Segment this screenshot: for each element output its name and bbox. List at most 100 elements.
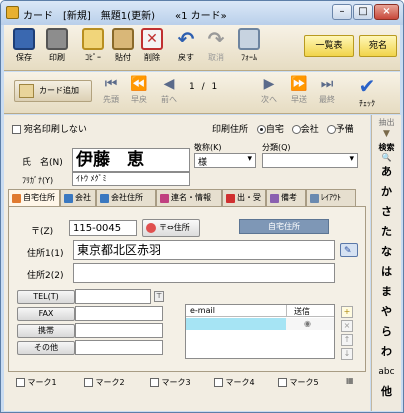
redo-icon: ↷ (207, 27, 225, 51)
radio-home[interactable] (256, 125, 266, 134)
radio-spare[interactable] (326, 125, 336, 134)
print-button[interactable]: 印刷 (42, 28, 72, 68)
save-button[interactable]: 保存 (9, 28, 39, 68)
fax-field[interactable] (75, 306, 163, 321)
prev-button[interactable]: ◀ 前へ (154, 74, 184, 105)
maximize-button[interactable]: □ (353, 4, 373, 20)
fax-button[interactable]: FAX (17, 307, 75, 321)
mark-5[interactable]: マーク5 (278, 377, 319, 388)
tel-field[interactable] (75, 289, 151, 304)
fast-forward-label: 早送 (291, 95, 307, 104)
filter-icon[interactable]: ⊤ (154, 291, 164, 302)
page-indicator: 1 / 1 (189, 82, 217, 92)
last-button[interactable]: ⏭ 最終 (312, 74, 342, 105)
tab-label: 会社住所 (111, 193, 143, 202)
mark-5-label: マーク5 (289, 378, 319, 387)
notes-icon (270, 194, 279, 203)
mobile-field[interactable] (75, 323, 163, 338)
index-ya[interactable]: や (372, 302, 401, 322)
mark-3-checkbox[interactable] (150, 378, 159, 387)
fast-back-button[interactable]: ⏪ 早戻 (124, 74, 154, 105)
next-button[interactable]: ▶ 次へ (254, 74, 284, 105)
category-label: 分類(Q) (262, 143, 291, 152)
tab-layout[interactable]: ﾚｲｱｳﾄ (306, 189, 356, 207)
zip-label: 〒(Z) (31, 227, 54, 237)
form-button[interactable]: ﾌｫｰﾑ (234, 28, 264, 68)
filter-funnel-icon[interactable]: ▼ (372, 129, 401, 139)
close-button[interactable]: × (374, 4, 399, 20)
check-button[interactable]: ✔ ﾁｪｯｸ (354, 74, 380, 109)
honorific-select[interactable]: 様 (194, 153, 256, 168)
index-ma[interactable]: ま (372, 282, 401, 302)
index-a[interactable]: あ (372, 162, 401, 182)
delete-button[interactable]: ✕ 削除 (137, 28, 167, 68)
radio-company[interactable] (291, 125, 301, 134)
move-up-icon[interactable]: ↑ (341, 334, 353, 346)
index-ra[interactable]: ら (372, 322, 401, 342)
mark-2-label: マーク2 (95, 378, 125, 387)
tab-company-address[interactable]: 会社住所 (96, 189, 156, 207)
map-button[interactable]: ✎ (340, 243, 358, 257)
other-field[interactable] (75, 340, 163, 355)
move-down-icon[interactable]: ↓ (341, 348, 353, 360)
mark-2[interactable]: マーク2 (84, 377, 125, 388)
no-print-option[interactable]: 宛名印刷しない (12, 122, 87, 135)
remove-email-icon[interactable]: × (341, 320, 353, 332)
tab-send-receive[interactable]: 出・受 (222, 189, 266, 207)
index-na[interactable]: な (372, 242, 401, 262)
mark-4[interactable]: マーク4 (214, 377, 255, 388)
undo-label: 戻す (178, 53, 194, 62)
tab-company[interactable]: 会社 (60, 189, 96, 207)
add-card-label: カード追加 (39, 86, 79, 95)
mark-4-checkbox[interactable] (214, 378, 223, 387)
add-email-icon[interactable]: + (341, 306, 353, 318)
mark-5-checkbox[interactable] (278, 378, 287, 387)
category-select[interactable] (262, 153, 358, 168)
first-button[interactable]: ⏮ 先頭 (96, 74, 126, 105)
extract-label: 抽出 (378, 118, 395, 127)
index-abc[interactable]: abc (372, 362, 401, 382)
no-print-checkbox[interactable] (12, 125, 21, 134)
zip-address-button[interactable]: 〒⇔住所 (142, 219, 200, 237)
email-row-selected[interactable] (186, 318, 286, 330)
index-other[interactable]: 他 (372, 382, 401, 402)
mark-1-checkbox[interactable] (16, 378, 25, 387)
mark-3[interactable]: マーク3 (150, 377, 191, 388)
fast-forward-button[interactable]: ⏩ 早送 (284, 74, 314, 105)
addr2-field[interactable] (73, 263, 335, 283)
tab-notes[interactable]: 備考 (266, 189, 306, 207)
mark-1[interactable]: マーク1 (16, 377, 57, 388)
mark-2-checkbox[interactable] (84, 378, 93, 387)
copy-button[interactable]: ｺﾋﾟｰ (78, 28, 108, 68)
grid-icon[interactable]: ▦ (346, 376, 354, 385)
address-name-button[interactable]: 宛名 (359, 35, 397, 57)
index-ka[interactable]: か (372, 182, 401, 202)
minimize-button[interactable]: – (332, 4, 352, 20)
search-icon[interactable]: 🔍 (372, 153, 401, 162)
undo-button[interactable]: ↶ 戻す (171, 28, 201, 68)
email-table-header: e-mail 送信 (186, 305, 334, 317)
mobile-button[interactable]: 携帯 (17, 324, 75, 338)
joint-info-icon (160, 194, 169, 203)
kana-field[interactable]: ｲﾄｳ ﾒｸﾞﾐ (72, 172, 190, 186)
tel-button[interactable]: TEL(T) (17, 290, 75, 304)
prev-label: 前へ (161, 95, 177, 104)
send-column-header: 送信 (294, 307, 310, 316)
send-cell[interactable]: ◉ (286, 318, 334, 330)
add-card-button[interactable]: カード追加 (14, 80, 92, 102)
kana-index-sidebar: 抽出 ▼ 検索 🔍 あ か さ た な は ま や ら わ abc 他 (371, 115, 401, 411)
tab-joint-info[interactable]: 連名・情報 (156, 189, 222, 207)
index-sa[interactable]: さ (372, 202, 401, 222)
paste-button[interactable]: 貼付 (108, 28, 138, 68)
redo-button[interactable]: ↷ 取消 (201, 28, 231, 68)
name-field[interactable]: 伊藤 恵 (72, 148, 190, 172)
last-icon: ⏭ (320, 76, 334, 92)
index-ha[interactable]: は (372, 262, 401, 282)
zip-field[interactable]: 115-0045 (69, 220, 137, 236)
addr1-field[interactable]: 東京都北区赤羽 (73, 240, 335, 260)
list-view-button[interactable]: 一覧表 (304, 35, 354, 57)
index-wa[interactable]: わ (372, 342, 401, 362)
other-button[interactable]: その他 (17, 341, 75, 355)
undo-icon: ↶ (177, 27, 195, 51)
index-ta[interactable]: た (372, 222, 401, 242)
